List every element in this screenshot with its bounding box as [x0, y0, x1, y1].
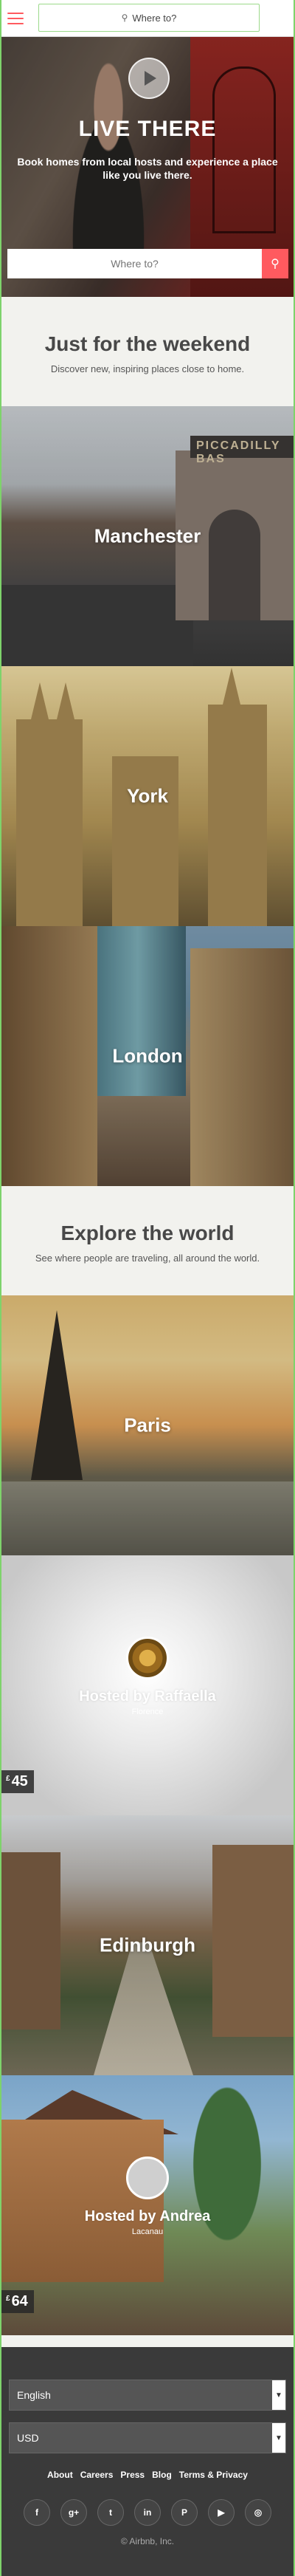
- host-city: Lacanau: [131, 2227, 164, 2236]
- footer-link-press[interactable]: Press: [120, 2470, 145, 2480]
- price-currency: £: [6, 1775, 10, 1783]
- chevron-down-icon: ▼: [272, 2380, 285, 2410]
- youtube-icon[interactable]: ▶: [208, 2499, 235, 2526]
- explore-title: Explore the world: [60, 1222, 235, 1244]
- copyright: © Airbnb, Inc.: [120, 2536, 175, 2546]
- destination-tile-paris[interactable]: Paris: [1, 1295, 294, 1555]
- top-bar: ⚲ Where to?: [1, 0, 294, 37]
- social-links: f g+ t in P ▶ ◎: [9, 2499, 286, 2526]
- language-select[interactable]: English ▼: [9, 2380, 286, 2411]
- footer: English ▼ USD ▼ About Careers Press Blog…: [1, 2347, 294, 2576]
- host-avatar: [126, 1637, 169, 1679]
- hero-subtitle: Book homes from local hosts and experien…: [17, 156, 278, 181]
- tile-label: London: [112, 1044, 183, 1067]
- menu-icon[interactable]: [7, 12, 24, 24]
- host-city: Florence: [131, 1707, 164, 1716]
- search-icon: ⚲: [271, 258, 280, 270]
- weekend-title: Just for the weekend: [44, 332, 251, 355]
- host-name: Hosted by Andrea: [84, 2208, 211, 2224]
- top-search-label: Where to?: [132, 12, 177, 24]
- currency-select[interactable]: USD ▼: [9, 2422, 286, 2453]
- destination-tile-edinburgh[interactable]: Edinburgh: [1, 1815, 294, 2075]
- price-value: 45: [11, 1773, 28, 1789]
- tile-label: Paris: [124, 1414, 171, 1436]
- listing-tile-andrea[interactable]: Hosted by Andrea Lacanau £ 64: [1, 2075, 294, 2335]
- footer-link-blog[interactable]: Blog: [152, 2470, 172, 2480]
- footer-link-careers[interactable]: Careers: [80, 2470, 114, 2480]
- destination-tile-london[interactable]: London: [1, 926, 294, 1186]
- destination-tile-manchester[interactable]: PICCADILLY BAS Manchester: [1, 406, 294, 666]
- google-plus-icon[interactable]: g+: [60, 2499, 87, 2526]
- search-icon: ⚲: [121, 13, 128, 23]
- footer-links: About Careers Press Blog Terms & Privacy: [9, 2470, 286, 2480]
- hero-search-input[interactable]: [7, 249, 262, 278]
- destination-tile-york[interactable]: York: [1, 666, 294, 926]
- weekend-subtitle: Discover new, inspiring places close to …: [50, 363, 245, 374]
- weekend-header: Just for the weekend Discover new, inspi…: [1, 297, 294, 406]
- top-search-button[interactable]: ⚲ Where to?: [38, 4, 260, 32]
- hero-title: LIVE THERE: [78, 117, 217, 141]
- price-currency: £: [6, 2295, 10, 2303]
- host-avatar: [126, 2157, 169, 2199]
- host-name: Hosted by Raffaella: [79, 1688, 216, 1705]
- pinterest-icon[interactable]: P: [171, 2499, 198, 2526]
- play-icon: [145, 71, 156, 86]
- price-value: 64: [11, 2293, 28, 2309]
- price-badge: £ 45: [1, 1770, 34, 1793]
- footer-link-about[interactable]: About: [47, 2470, 73, 2480]
- chevron-down-icon: ▼: [272, 2423, 285, 2453]
- explore-subtitle: See where people are traveling, all arou…: [35, 1253, 260, 1264]
- page: ⚲ Where to? LIVE THERE Book homes from l…: [0, 0, 295, 2576]
- listing-tile-raffaella[interactable]: Hosted by Raffaella Florence £ 45: [1, 1555, 294, 1815]
- language-value: English: [17, 2389, 51, 2401]
- currency-value: USD: [17, 2432, 39, 2444]
- play-video-button[interactable]: [128, 58, 170, 99]
- instagram-icon[interactable]: ◎: [245, 2499, 271, 2526]
- price-badge: £ 64: [1, 2290, 34, 2313]
- tile-label: Manchester: [94, 524, 201, 547]
- twitter-icon[interactable]: t: [97, 2499, 124, 2526]
- linkedin-icon[interactable]: in: [134, 2499, 161, 2526]
- explore-header: Explore the world See where people are t…: [1, 1186, 294, 1295]
- tile-label: York: [127, 784, 168, 807]
- hero: LIVE THERE Book homes from local hosts a…: [1, 37, 294, 297]
- tile-label: Edinburgh: [100, 1933, 195, 1956]
- facebook-icon[interactable]: f: [24, 2499, 50, 2526]
- footer-link-terms[interactable]: Terms & Privacy: [179, 2470, 248, 2480]
- hero-search-button[interactable]: ⚲: [262, 249, 288, 278]
